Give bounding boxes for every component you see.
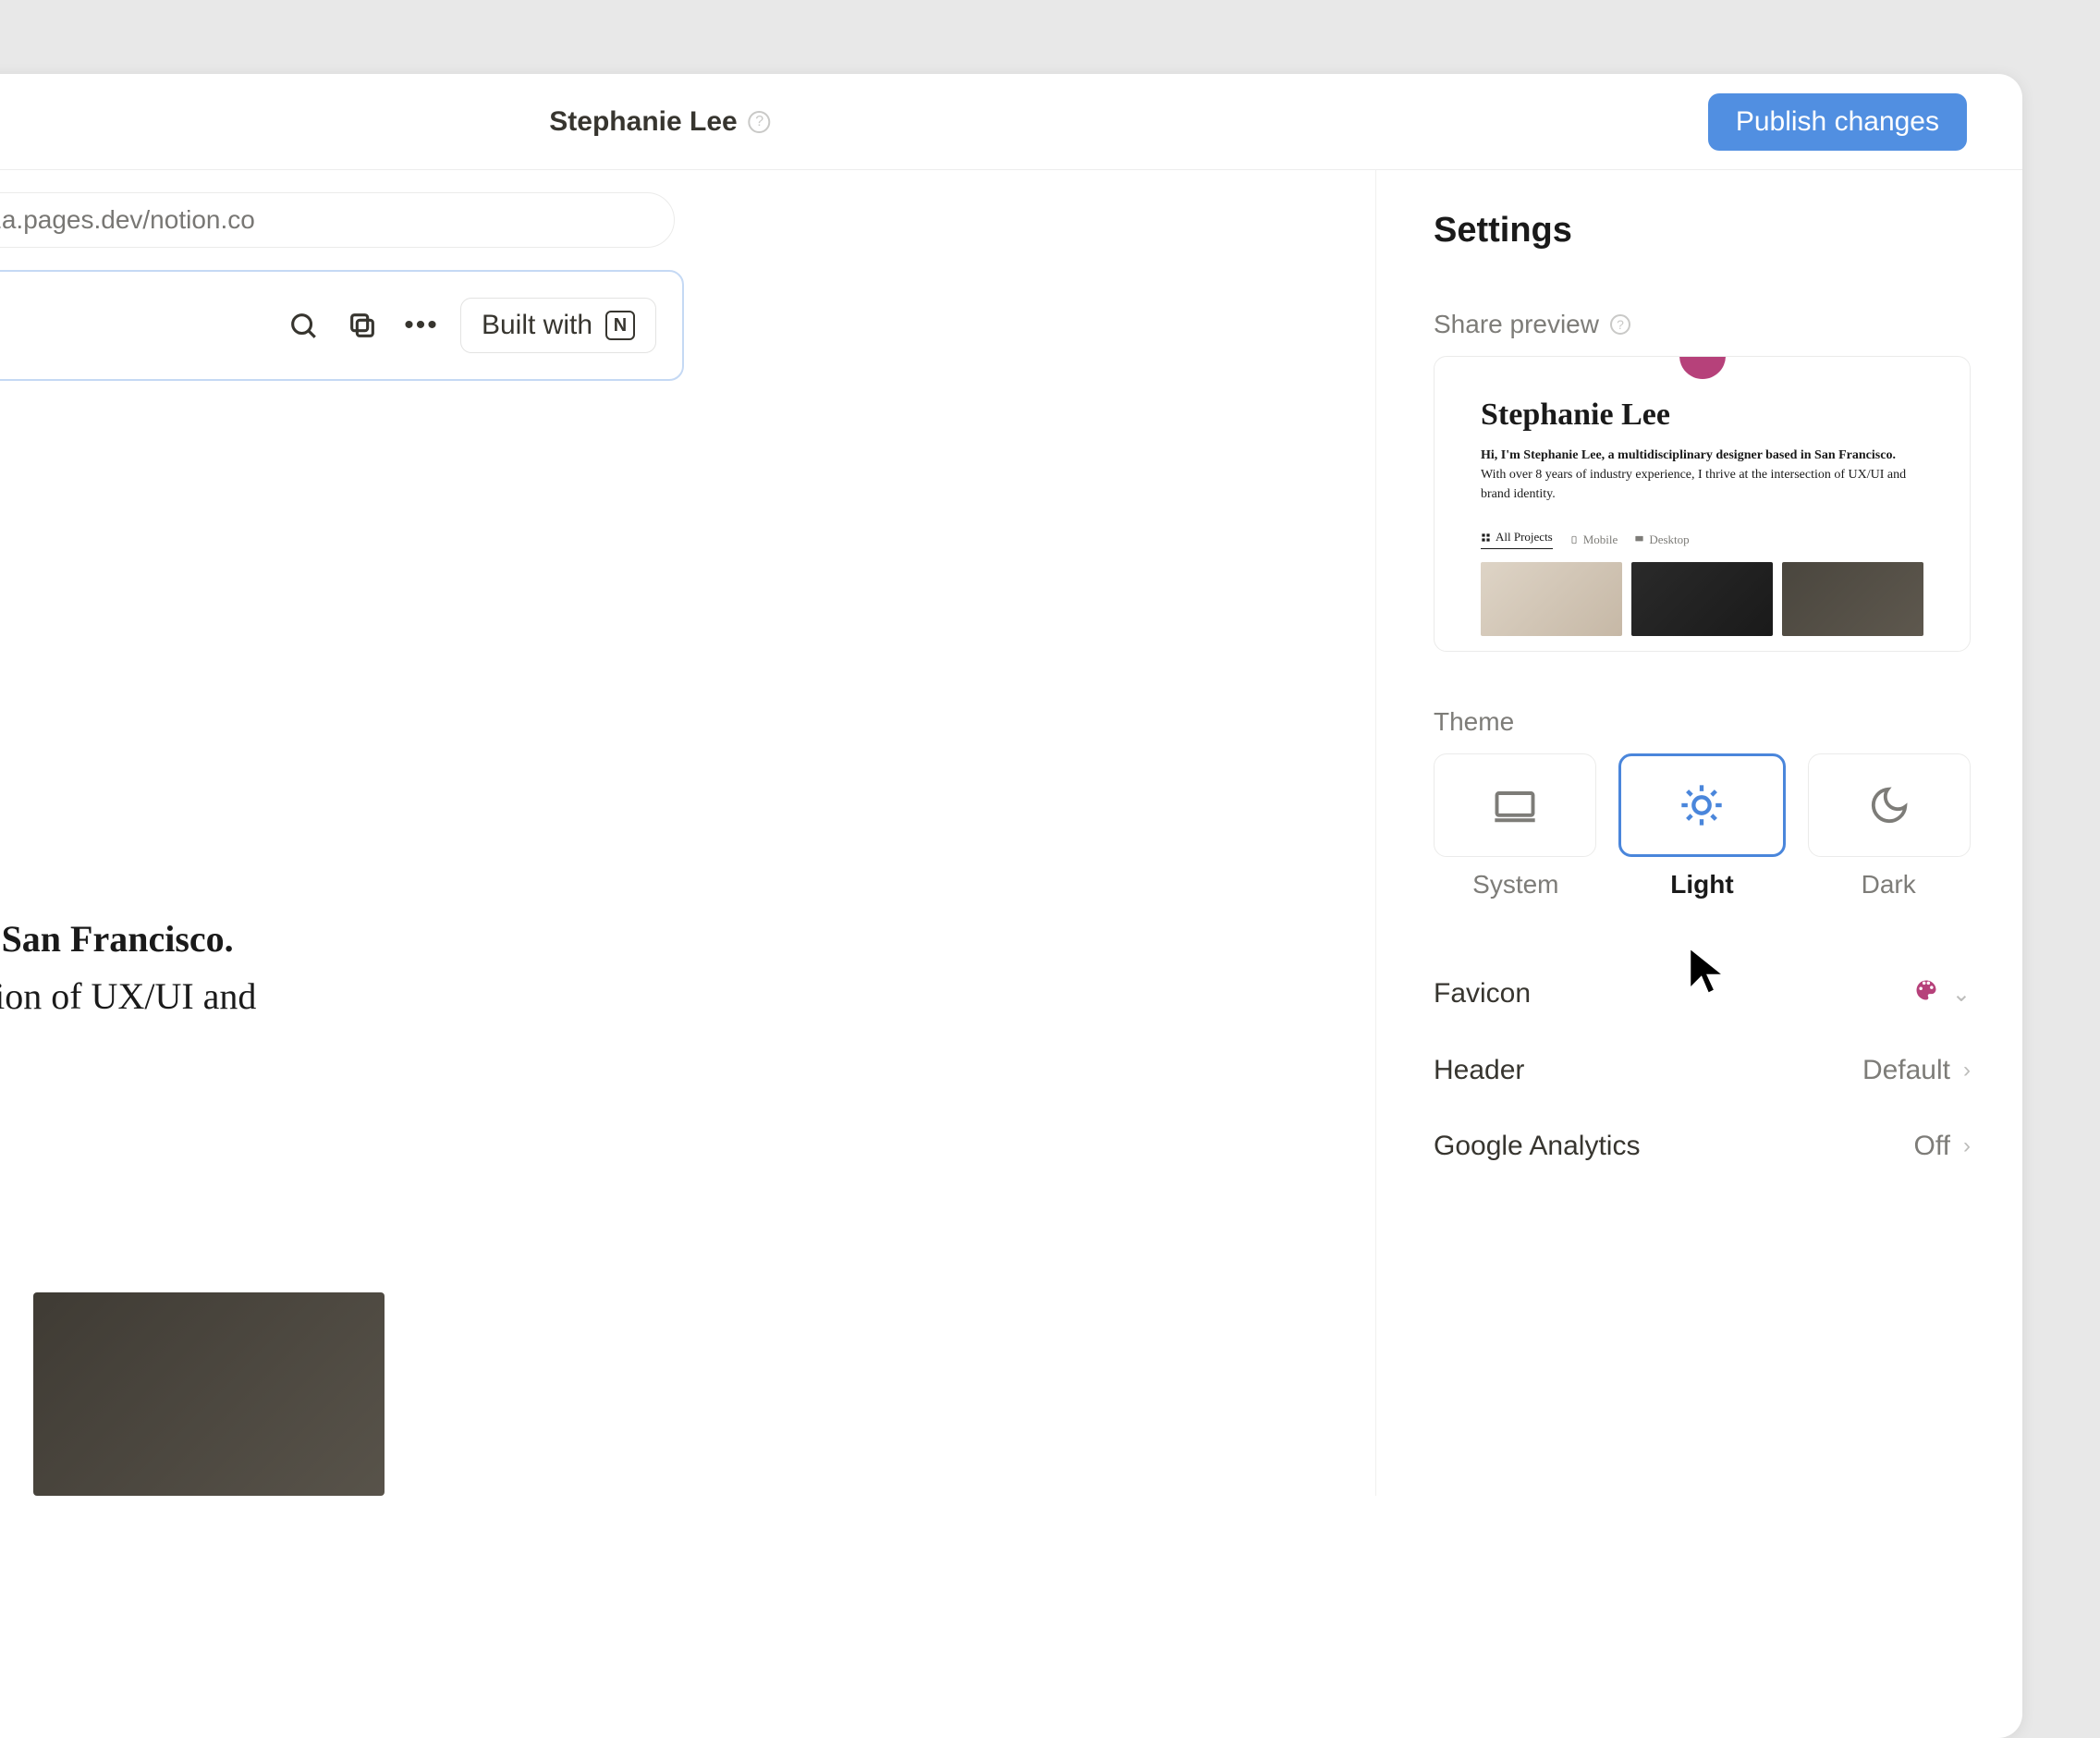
top-bar: Stephanie Lee ? Publish changes: [0, 74, 2022, 170]
page-title-group: Stephanie Lee ?: [549, 106, 770, 138]
search-icon[interactable]: [283, 305, 324, 346]
intro-bold: anie Lee, a multidisciplinary designer b…: [0, 918, 234, 960]
ga-label: Google Analytics: [1434, 1131, 1640, 1162]
theme-label: Theme: [1434, 707, 1971, 737]
theme-labels: System Light Dark: [1434, 870, 1971, 900]
palette-icon: [1913, 977, 1939, 1010]
favicon-row[interactable]: Favicon ⌄: [1434, 955, 1971, 1033]
theme-option-light[interactable]: [1618, 753, 1785, 857]
intro-line2: ars of industry experience, I thrive at …: [0, 975, 256, 1017]
site-url-text: time-lemonade-61a.pages.dev/notion.co: [0, 205, 255, 235]
page-title: Stephanie Lee: [549, 106, 737, 138]
theme-label-light: Light: [1620, 870, 1785, 900]
notion-logo-icon: N: [605, 311, 635, 340]
share-thumbs: [1481, 562, 1923, 636]
project-card-3[interactable]: [33, 1292, 385, 1496]
share-thumb-2: [1631, 562, 1773, 636]
theme-label-system: System: [1434, 870, 1598, 900]
share-thumb-1: [1481, 562, 1622, 636]
chevron-right-icon: ›: [1963, 1133, 1971, 1159]
help-icon[interactable]: ?: [749, 111, 771, 133]
share-tab-desktop: Desktop: [1634, 530, 1689, 549]
ga-value: Off: [1914, 1131, 1950, 1162]
preview-column: time-lemonade-61a.pages.dev/notion.co ••…: [0, 170, 1375, 1496]
share-preview-label: Share preview ?: [1434, 310, 1971, 339]
copy-icon[interactable]: [342, 305, 383, 346]
share-body: Hi, I'm Stephanie Lee, a multidisciplina…: [1481, 446, 1923, 504]
theme-option-system[interactable]: [1434, 753, 1596, 857]
settings-heading: Settings: [1434, 211, 1971, 251]
preview-header-frame: ••• Built with N: [0, 270, 684, 381]
google-analytics-row[interactable]: Google Analytics Off ›: [1434, 1108, 1971, 1184]
header-value: Default: [1862, 1055, 1950, 1086]
page-content: anie Lee anie Lee, a multidisciplinary d…: [0, 769, 1324, 1496]
share-thumb-3: [1782, 562, 1923, 636]
share-preview-card[interactable]: Stephanie Lee Hi, I'm Stephanie Lee, a m…: [1434, 356, 1971, 652]
share-tab-all: All Projects: [1481, 530, 1553, 549]
project-gallery: [0, 1292, 1324, 1496]
share-avatar-icon: [1679, 356, 1726, 379]
chevron-right-icon: ›: [1963, 1058, 1971, 1083]
theme-option-dark[interactable]: [1808, 753, 1971, 857]
favicon-label: Favicon: [1434, 978, 1531, 1010]
share-tab-mobile: Mobile: [1569, 530, 1618, 549]
share-title: Stephanie Lee: [1481, 398, 1923, 433]
publish-changes-button[interactable]: Publish changes: [1708, 93, 1967, 151]
header-row[interactable]: Header Default ›: [1434, 1033, 1971, 1108]
settings-panel: Settings Share preview ? Stephanie Lee H…: [1375, 170, 2022, 1496]
theme-selector: [1434, 753, 1971, 857]
content-intro: anie Lee, a multidisciplinary designer b…: [0, 911, 1324, 1083]
chevron-down-icon: ⌄: [1952, 981, 1971, 1008]
app-window: Stephanie Lee ? Publish changes time-lem…: [0, 74, 2022, 1738]
built-with-label: Built with: [482, 310, 592, 341]
theme-label-dark: Dark: [1806, 870, 1971, 900]
content-heading: anie Lee: [0, 769, 1324, 864]
help-icon[interactable]: ?: [1610, 314, 1630, 335]
content-tabs: bile Desktop: [0, 1203, 1324, 1237]
built-with-badge[interactable]: Built with N: [460, 298, 656, 353]
site-url-pill[interactable]: time-lemonade-61a.pages.dev/notion.co: [0, 192, 675, 248]
share-tabs: All Projects Mobile Desktop: [1481, 530, 1923, 549]
main-columns: time-lemonade-61a.pages.dev/notion.co ••…: [0, 170, 2022, 1496]
more-icon[interactable]: •••: [401, 305, 442, 346]
header-label: Header: [1434, 1055, 1524, 1086]
